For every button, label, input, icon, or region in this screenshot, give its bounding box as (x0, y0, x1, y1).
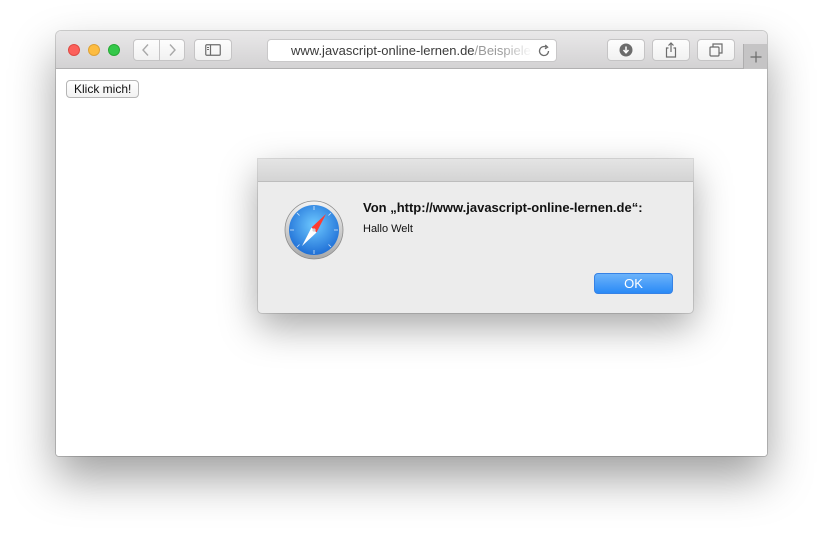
show-all-tabs-button[interactable] (697, 39, 735, 61)
downloads-button[interactable] (607, 39, 645, 61)
alert-message: Hallo Welt (363, 223, 413, 235)
safari-compass-icon (284, 200, 344, 260)
maximize-window-button[interactable] (108, 44, 120, 56)
download-icon (619, 43, 633, 57)
share-icon (665, 42, 677, 58)
ok-button[interactable]: OK (594, 273, 673, 294)
close-window-button[interactable] (68, 44, 80, 56)
alert-dialog: Von „http://www.javascript-online-lernen… (258, 159, 693, 313)
alert-title: Von „http://www.javascript-online-lernen… (363, 200, 643, 215)
address-bar[interactable]: www.javascript-online-lernen.de/Beispiel… (267, 39, 557, 62)
back-button[interactable] (134, 40, 160, 60)
chevron-left-icon (142, 44, 149, 56)
url-domain: www.javascript-online-lernen.de (291, 43, 475, 58)
minimize-window-button[interactable] (88, 44, 100, 56)
navigation-buttons (133, 39, 185, 61)
click-me-button[interactable]: Klick mich! (66, 80, 140, 98)
forward-button[interactable] (160, 40, 185, 60)
toolbar: www.javascript-online-lernen.de/Beispiel… (56, 31, 767, 69)
alert-header-bar (258, 159, 693, 182)
plus-icon (750, 51, 761, 62)
tabs-overview-icon (709, 43, 723, 57)
reload-icon[interactable] (536, 43, 552, 59)
chevron-right-icon (169, 44, 176, 56)
share-button[interactable] (652, 39, 690, 61)
new-tab-button[interactable] (743, 44, 767, 69)
url-text: www.javascript-online-lernen.de/Beispiel… (291, 43, 536, 59)
sidebar-icon (205, 44, 221, 56)
url-fade (502, 40, 532, 61)
sidebar-button[interactable] (194, 39, 232, 61)
